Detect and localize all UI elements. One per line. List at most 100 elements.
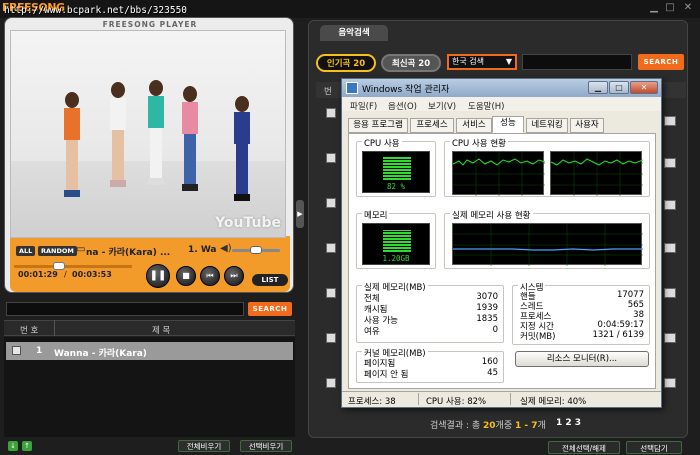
menu-view[interactable]: 보기(V) — [428, 100, 456, 112]
tab-services[interactable]: 서비스 — [456, 118, 492, 133]
result-row-checkbox[interactable] — [326, 108, 336, 118]
playlist-col-no: 번 호 — [20, 326, 39, 336]
result-row-checkbox[interactable] — [326, 153, 336, 163]
volume-icon[interactable]: ◀) — [220, 243, 232, 254]
now-playing-title: na - 카라(Kara) ... — [86, 248, 171, 258]
cpu-usage-value: 82 % — [386, 182, 406, 191]
result-play-icon[interactable] — [664, 200, 676, 210]
maximize-icon[interactable]: □ — [664, 2, 676, 14]
result-play-icon[interactable] — [664, 378, 676, 388]
memory-label: 메모리 — [362, 209, 390, 221]
system-uptime-value: 0:04:59:17 — [597, 320, 644, 330]
result-play-icon[interactable] — [664, 116, 676, 126]
playlist-row-checkbox[interactable] — [12, 346, 21, 355]
task-manager-icon — [346, 82, 358, 94]
memory-history-chart — [452, 223, 643, 266]
tm-maximize-button[interactable]: □ — [609, 81, 629, 94]
next-button[interactable]: ⏭ — [224, 266, 244, 286]
status-processes: 프로세스: 38 — [348, 397, 396, 407]
playlist-row[interactable] — [6, 342, 293, 360]
tab-music-search[interactable]: 음악검색 — [320, 25, 388, 41]
cpu-usage-meter: 82 % — [362, 151, 430, 193]
cpu-history-chart-core1 — [452, 151, 545, 196]
time-elapsed: 00:01:29 — [18, 270, 58, 279]
tab-users[interactable]: 사용자 — [570, 118, 604, 133]
left-search-button[interactable]: SEARCH — [248, 302, 292, 316]
repeat-all-tag[interactable]: ALL — [16, 246, 36, 256]
select-all-button[interactable]: 전체선택/해제 — [548, 441, 620, 454]
tm-minimize-button[interactable]: ▁ — [588, 81, 608, 94]
status-divider — [418, 393, 419, 405]
kernel-nonpaged-label: 페이지 안 됨 — [364, 370, 409, 380]
clear-selected-button[interactable]: 선택비우기 — [240, 440, 292, 452]
result-row-checkbox[interactable] — [326, 198, 336, 208]
menu-options[interactable]: 옵션(O) — [388, 100, 417, 112]
system-handles-value: 17077 — [616, 290, 644, 300]
popular-20-button[interactable]: 인기곡 20 — [316, 54, 376, 72]
system-threads-value: 565 — [627, 300, 644, 310]
left-search-input[interactable] — [6, 302, 244, 316]
stop-button[interactable]: ■ — [176, 266, 196, 286]
result-row-checkbox[interactable] — [326, 288, 336, 298]
video-dancer-2 — [107, 82, 129, 187]
memory-history-graph — [453, 224, 643, 266]
menu-file[interactable]: 파일(F) — [350, 100, 377, 112]
video-screen[interactable]: YouTube — [10, 30, 286, 238]
status-divider — [510, 393, 511, 405]
video-dancer-4 — [179, 86, 201, 191]
tab-applications[interactable]: 응용 프로그램 — [348, 118, 408, 133]
random-tag[interactable]: RANDOM — [38, 246, 77, 256]
right-search-button[interactable]: SEARCH — [638, 54, 684, 70]
physical-free-value: 0 — [492, 325, 498, 335]
menu-help[interactable]: 도움말(H) — [468, 100, 504, 112]
tab-performance[interactable]: 성능 — [492, 116, 524, 133]
add-selected-button[interactable]: 선택담기 — [626, 441, 682, 454]
progress-handle[interactable] — [52, 262, 65, 270]
panel-collapse-handle[interactable]: ▶ — [296, 200, 304, 228]
pagination[interactable]: 1 2 3 — [556, 418, 581, 428]
latest-20-button[interactable]: 최신곡 20 — [381, 54, 441, 72]
physical-free-label: 여유 — [364, 327, 380, 337]
memory-meter: 1.20GB — [362, 223, 430, 265]
result-play-icon[interactable] — [664, 158, 676, 168]
progress-bar[interactable] — [14, 265, 132, 268]
tab-processes[interactable]: 프로세스 — [410, 118, 454, 133]
tab-networking[interactable]: 네트워킹 — [526, 118, 568, 133]
minimize-icon[interactable]: ▁ — [648, 2, 660, 14]
resource-monitor-button[interactable]: 리소스 모니터(R)... — [515, 351, 649, 367]
result-row-checkbox[interactable] — [326, 333, 336, 343]
clear-all-button[interactable]: 전체비우기 — [178, 440, 230, 452]
cpu-history-label: CPU 사용 현황 — [450, 137, 508, 149]
upload-icon[interactable]: ↑ — [22, 441, 32, 451]
download-icon[interactable]: ↓ — [8, 441, 18, 451]
system-commit-value: 1321 / 6139 — [592, 330, 644, 340]
chevron-down-icon: ▼ — [505, 57, 512, 66]
time-total: 00:03:53 — [72, 270, 112, 279]
previous-button[interactable]: ⏮ — [200, 266, 220, 286]
youtube-logo: YouTube — [215, 215, 281, 231]
result-row-checkbox[interactable] — [326, 243, 336, 253]
playlist-col-divider — [54, 320, 55, 336]
memory-history-label: 실제 메모리 사용 현황 — [450, 209, 533, 221]
result-row-checkbox[interactable] — [326, 378, 336, 388]
right-search-input[interactable] — [522, 54, 632, 70]
results-col-no: 번 — [324, 87, 332, 97]
result-play-icon[interactable] — [664, 288, 676, 298]
result-play-icon[interactable] — [664, 243, 676, 253]
physical-total-value: 3070 — [476, 292, 498, 302]
pause-button[interactable]: ❚❚ — [146, 264, 170, 288]
task-manager-window: Windows 작업 관리자 ▁ □ ✕ 파일(F) 옵션(O) 보기(V) 도… — [341, 78, 662, 408]
list-button[interactable]: LIST — [252, 274, 288, 286]
tm-close-button[interactable]: ✕ — [630, 81, 658, 94]
close-icon[interactable]: ✕ — [682, 2, 694, 14]
result-play-icon[interactable] — [664, 333, 676, 343]
volume-slider-handle[interactable] — [250, 246, 262, 254]
physical-cached-value: 1939 — [476, 303, 498, 313]
memory-value: 1.20GB — [382, 254, 410, 263]
cpu-history-graph — [551, 152, 643, 196]
kernel-paged-value: 160 — [481, 357, 498, 367]
status-cpu: CPU 사용: 82% — [426, 397, 487, 407]
playlist-row-number: 1 — [36, 346, 43, 356]
playlist-header — [4, 320, 295, 336]
search-scope-dropdown[interactable]: 한국 검색 ▼ — [447, 54, 517, 70]
